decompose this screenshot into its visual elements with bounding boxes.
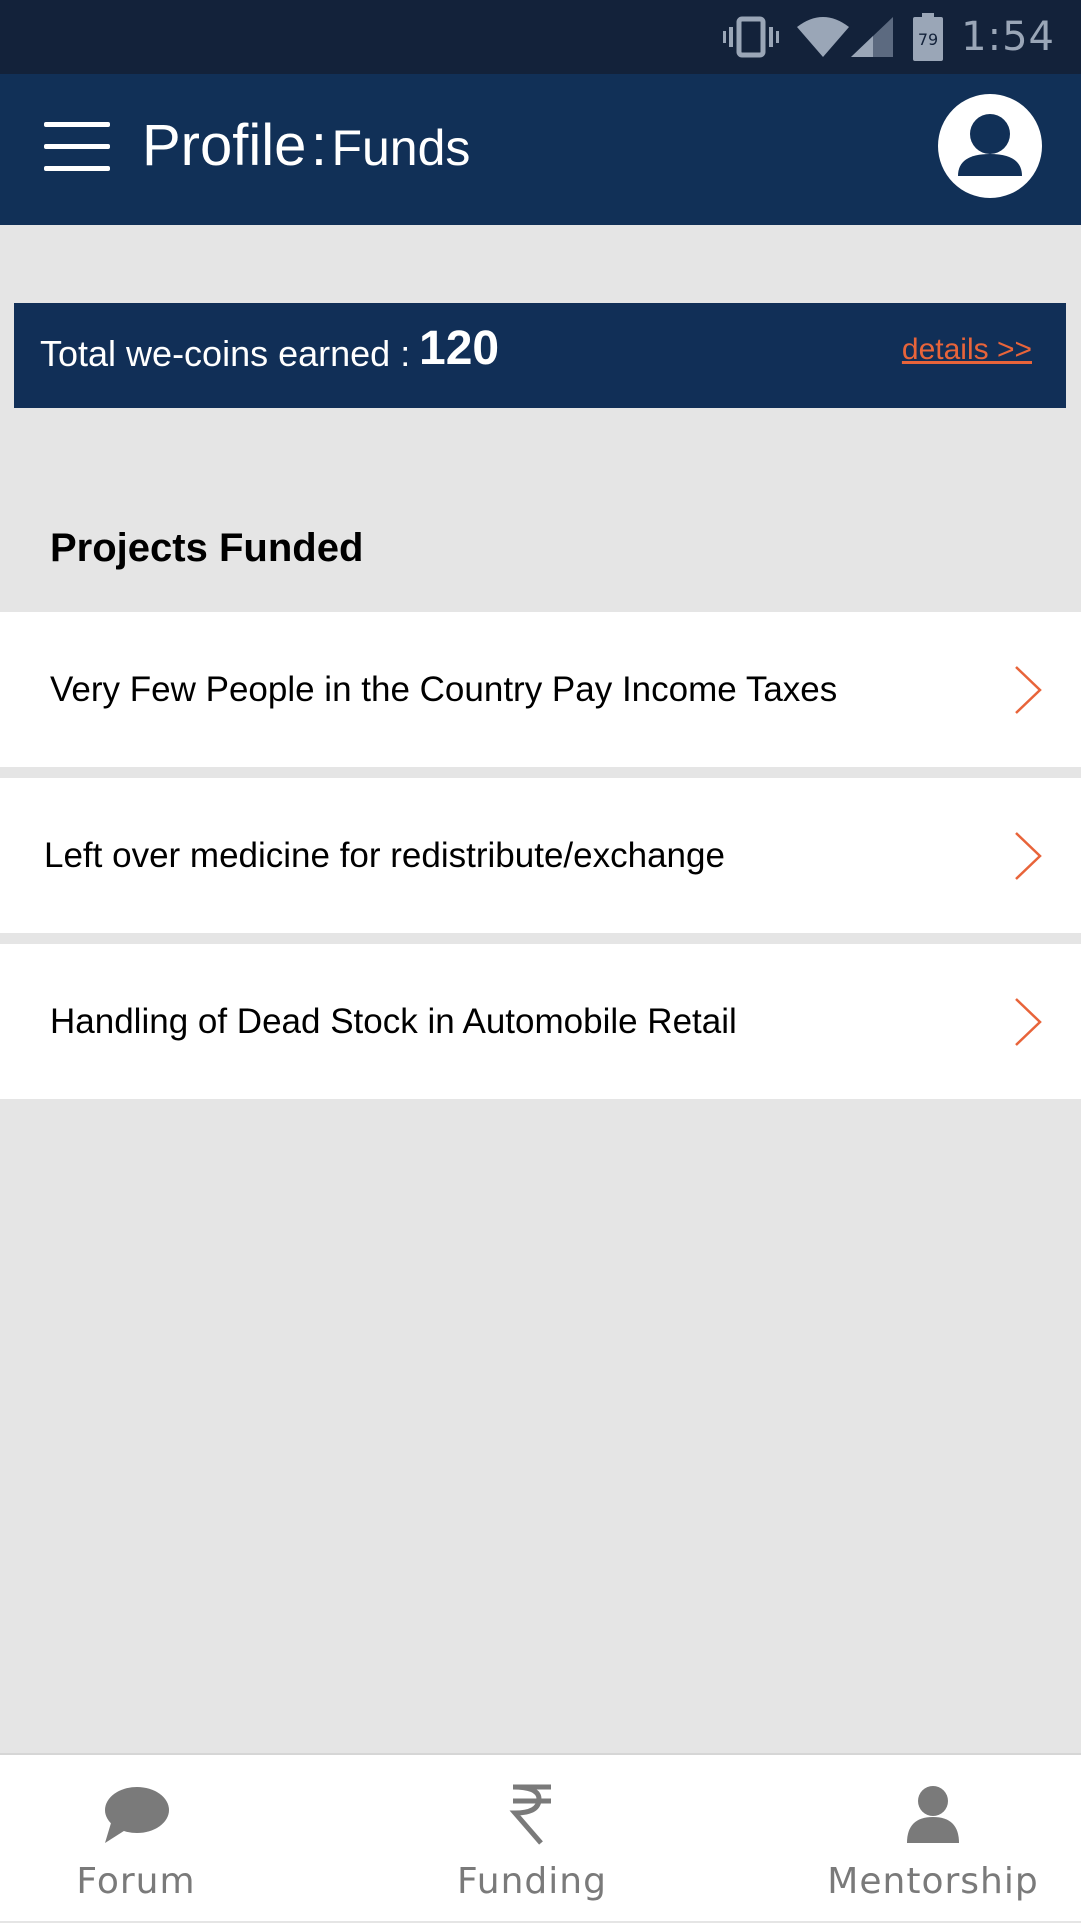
bottom-nav: Forum Funding Mentorship [0,1753,1081,1921]
page-title-main: Profile [142,113,307,178]
signal-icon [851,17,894,57]
svg-text:79: 79 [918,30,938,49]
nav-funding[interactable]: Funding [430,1755,634,1923]
page-title-sub: Funds [331,120,471,176]
chevron-right-icon [1015,665,1042,714]
coins-value: 120 [419,322,500,375]
wifi-icon [797,17,850,57]
chevron-right-icon [1015,831,1042,880]
vibrate-icon [723,16,780,58]
chevron-right-icon [1015,997,1042,1046]
project-title: Left over medicine for redistribute/exch… [44,835,725,875]
project-row-1[interactable]: Very Few People in the Country Pay Incom… [0,612,1081,767]
person-icon [907,1786,959,1843]
chat-bubble-icon [105,1787,169,1843]
rupee-icon [509,1784,551,1845]
nav-mentorship[interactable]: Mentorship [826,1755,1040,1923]
status-bar: 79 1:54 [0,0,1081,74]
project-title: Very Few People in the Country Pay Incom… [50,669,838,709]
nav-label: Funding [457,1861,607,1902]
nav-forum[interactable]: Forum [40,1755,232,1923]
app-bar: Profile : Funds [0,74,1081,225]
project-title: Handling of Dead Stock in Automobile Ret… [50,1001,737,1041]
hamburger-menu-icon[interactable] [44,122,110,174]
nav-label: Mentorship [827,1861,1039,1902]
details-link[interactable]: details >> [902,333,1032,367]
project-row-2[interactable]: Left over medicine for redistribute/exch… [0,778,1081,933]
nav-label: Forum [76,1861,196,1902]
page-title-separator: : [310,113,327,178]
battery-icon: 79 [913,13,944,61]
coins-banner: Total we-coins earned : 120 details >> [14,303,1066,408]
section-title: Projects Funded [50,526,364,570]
project-row-3[interactable]: Handling of Dead Stock in Automobile Ret… [0,944,1081,1099]
page-title: Profile : Funds [142,112,470,179]
user-avatar-icon[interactable] [938,94,1042,198]
clock: 1:54 [961,14,1055,60]
coins-label: Total we-coins earned : [40,333,411,374]
